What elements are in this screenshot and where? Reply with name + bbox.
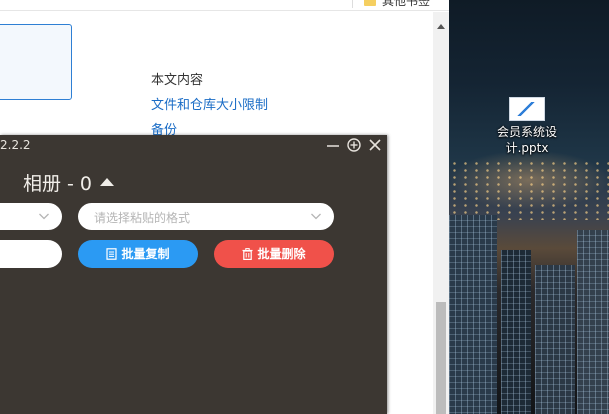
pptx-file-icon	[509, 97, 545, 121]
category-select[interactable]	[0, 203, 62, 230]
clipboard-app-window: 2.2.2 相册 - 0 请选择粘贴的格式 批量复制 批量删除	[0, 135, 387, 414]
toc-link-file-size-limits[interactable]: 文件和仓库大小限制	[151, 94, 268, 113]
search-input[interactable]	[0, 240, 62, 268]
desktop-file-label: 会员系统设计.pptx	[496, 125, 557, 155]
bookmark-folder-label: 其他书签	[382, 0, 431, 8]
building-tower	[535, 265, 575, 414]
chevron-down-icon	[39, 213, 49, 220]
toc-heading: 本文内容	[151, 73, 204, 88]
minimize-icon[interactable]	[325, 137, 341, 153]
bookmarks-bar: 其他书签	[0, 0, 449, 11]
batch-delete-button[interactable]: 批量删除	[214, 240, 334, 268]
bookmarks-separator	[352, 0, 353, 8]
album-title: 相册 - 0	[23, 173, 93, 195]
chevron-down-icon	[311, 213, 321, 220]
paste-format-select[interactable]: 请选择粘贴的格式	[78, 203, 334, 230]
scrollbar-thumb[interactable]	[436, 302, 446, 414]
folder-icon	[364, 0, 376, 6]
batch-copy-label: 批量复制	[121, 247, 170, 261]
close-icon[interactable]	[367, 137, 383, 153]
content-card[interactable]	[0, 24, 72, 100]
app-version: 2.2.2	[0, 138, 31, 152]
bookmark-folder-other[interactable]: 其他书签	[364, 0, 430, 9]
desktop-file-pptx[interactable]: 会员系统设计.pptx	[495, 97, 559, 156]
city-lights	[449, 160, 609, 220]
building-left	[449, 215, 497, 414]
building-right	[577, 230, 609, 414]
pin-plus-icon[interactable]	[346, 137, 362, 153]
building-mid	[501, 250, 531, 414]
document-icon	[106, 248, 118, 260]
scroll-up-arrow-icon[interactable]	[437, 24, 445, 29]
caret-up-icon	[100, 178, 115, 186]
trash-icon	[242, 248, 253, 260]
album-selector[interactable]: 相册 - 0	[23, 169, 115, 196]
desktop-wallpaper	[449, 0, 609, 414]
batch-delete-label: 批量删除	[257, 247, 306, 261]
paste-format-placeholder: 请选择粘贴的格式	[94, 211, 191, 225]
batch-copy-button[interactable]: 批量复制	[78, 240, 198, 268]
